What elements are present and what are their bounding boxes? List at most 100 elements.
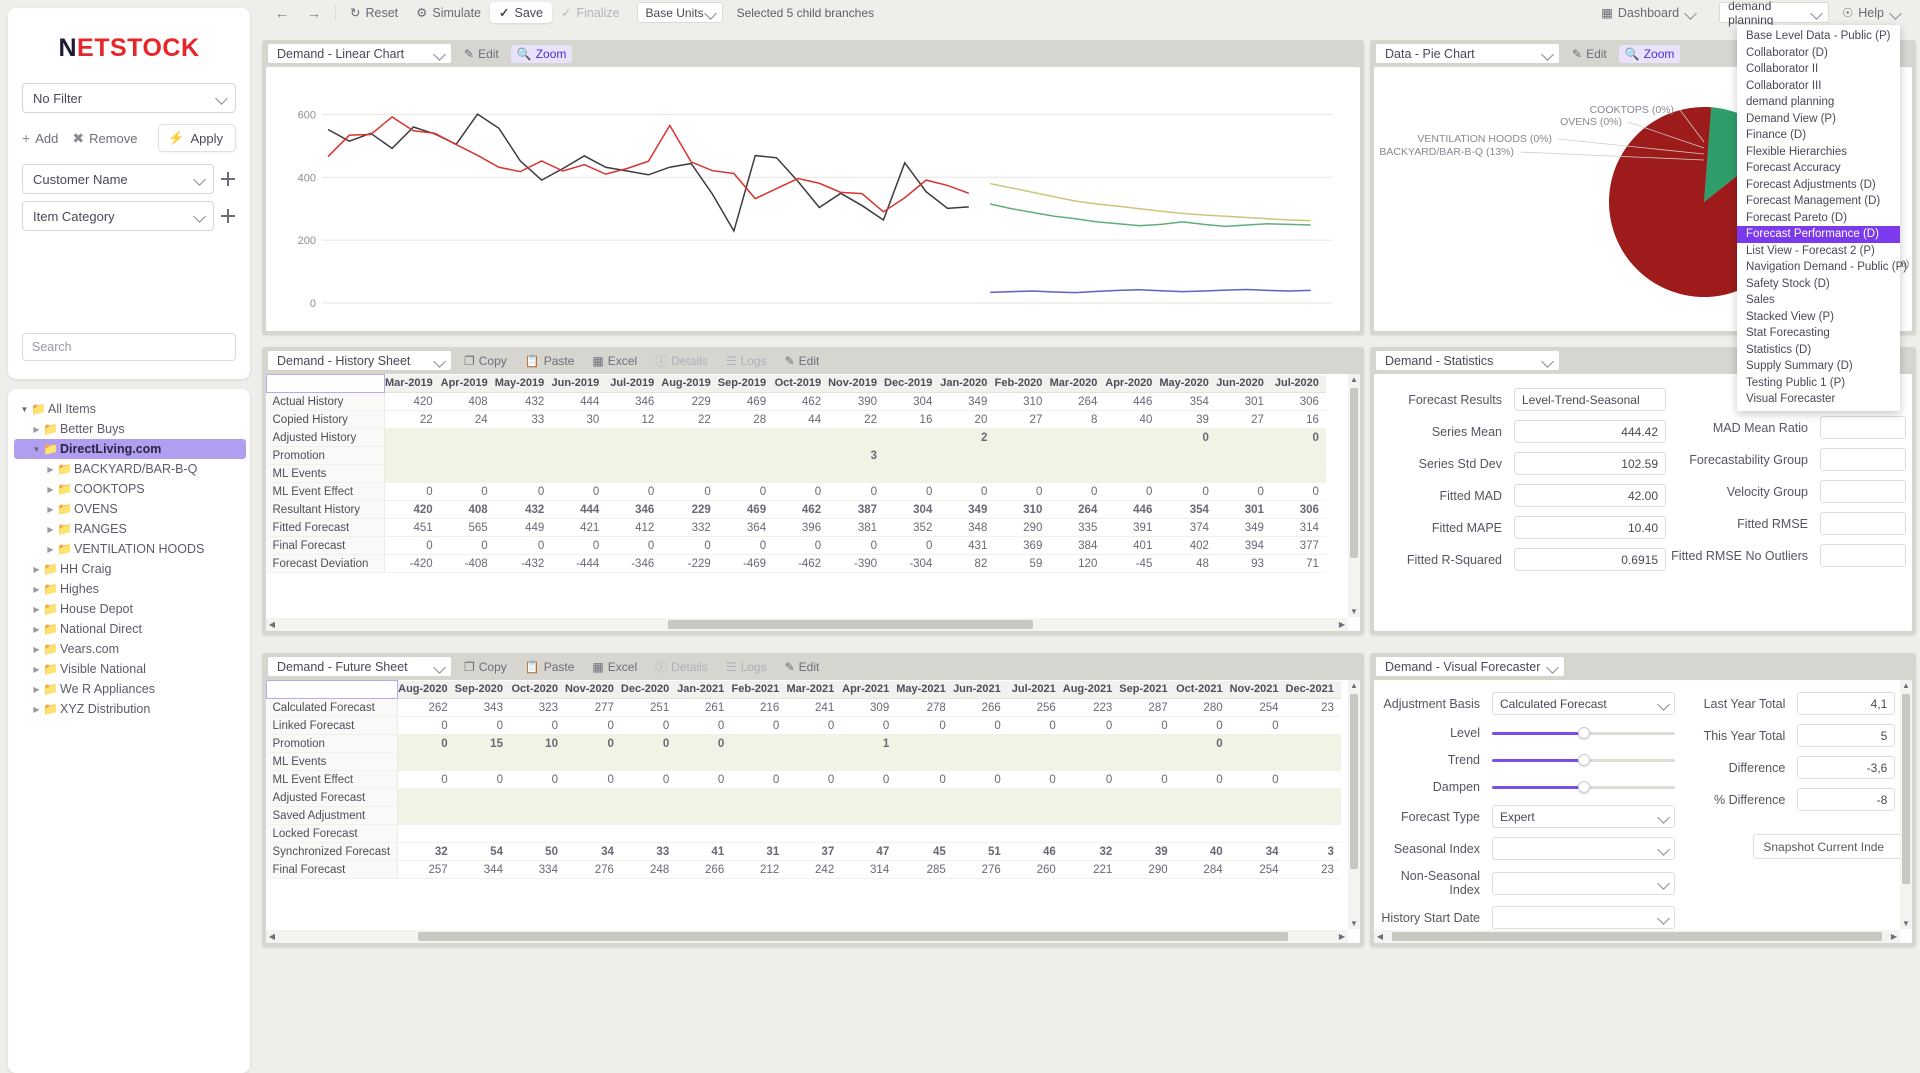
future-excel-button[interactable]: ▦ Excel [586,658,643,676]
grid-cell[interactable] [952,806,1008,825]
add-filter-button[interactable]: + Add [22,130,58,146]
grid-cell[interactable] [841,806,897,825]
filter-select[interactable]: No Filter [22,83,236,113]
grid-cell[interactable] [1229,824,1286,843]
grid-cell[interactable] [676,824,732,843]
grid-cell[interactable]: 0 [952,716,1008,735]
grid-cell[interactable]: -229 [661,554,718,573]
view-menu-item[interactable]: Safety Stock (D) [1737,276,1900,293]
history-vertical-scrollbar[interactable]: ▲ ▼ [1348,374,1360,617]
grid-cell[interactable]: 0 [1270,482,1326,501]
grid-cell[interactable] [1062,752,1120,771]
grid-cell[interactable]: 47 [841,842,897,861]
grid-cell[interactable] [454,806,510,825]
view-menu-item[interactable]: List View - Forecast 2 (P) [1737,243,1900,260]
pie-chart-edit-button[interactable]: ✎ Edit [1566,45,1613,63]
grid-cell[interactable]: 301 [1215,500,1271,519]
view-menu-item[interactable]: Statistics (D) [1737,342,1900,359]
grid-cell[interactable]: 391 [1104,518,1160,537]
grid-cell[interactable] [439,464,495,483]
caret-right-icon[interactable]: ▶ [44,545,57,554]
grid-cell[interactable] [384,428,440,447]
slider-level[interactable] [1492,724,1675,742]
history-excel-button[interactable]: ▦ Excel [586,352,643,370]
grid-cell[interactable]: 290 [1119,860,1175,879]
grid-cell[interactable] [1119,734,1175,753]
tree-item[interactable]: ▶ 📁 Highes [14,579,246,599]
view-select[interactable]: demand planning [1719,0,1830,27]
grid-cell[interactable]: 348 [939,518,995,537]
grid-cell[interactable] [896,806,953,825]
grid-cell[interactable]: 349 [1215,518,1271,537]
grid-cell[interactable]: 421 [551,518,607,537]
grid-cell[interactable] [1229,788,1286,807]
grid-cell[interactable]: 0 [439,482,495,501]
grid-cell[interactable]: 335 [1049,518,1105,537]
grid-cell[interactable]: 0 [676,770,732,789]
view-menu-item[interactable]: Forecast Pareto (D) [1737,210,1900,227]
grid-cell[interactable] [564,788,621,807]
column-header[interactable]: Apr-2020 [1104,374,1160,393]
column-header[interactable]: Oct-2020 [509,680,565,699]
grid-cell[interactable]: 396 [773,518,829,537]
grid-cell[interactable] [1270,464,1326,483]
grid-cell[interactable] [564,806,621,825]
grid-cell[interactable]: 248 [620,860,677,879]
grid-cell[interactable]: 384 [1049,536,1105,555]
back-arrow-icon[interactable]: ← [266,5,298,21]
grid-cell[interactable] [994,446,1050,465]
grid-cell[interactable]: 0 [384,482,440,501]
column-header[interactable]: Mar-2021 [786,680,842,699]
grid-cell[interactable] [494,446,552,465]
grid-cell[interactable]: 0 [1270,428,1326,447]
row-header[interactable]: ML Event Effect [266,482,385,501]
tree-item[interactable]: ▶ 📁 House Depot [14,599,246,619]
apply-button[interactable]: ⚡ Apply [158,124,236,152]
grid-cell[interactable] [1007,734,1063,753]
simulate-button[interactable]: ⚙ Simulate [407,2,490,23]
grid-cell[interactable] [1174,752,1230,771]
grid-cell[interactable]: 0 [1007,770,1063,789]
grid-cell[interactable] [1285,806,1341,825]
field-value[interactable]: Level-Trend-Seasonal [1514,388,1666,411]
help-button[interactable]: ☉ Help [1833,2,1912,23]
grid-cell[interactable] [1285,716,1341,735]
grid-cell[interactable]: 449 [494,518,552,537]
view-menu-item[interactable]: Forecast Performance (D) [1737,226,1900,243]
add-item-category-icon[interactable] [220,208,236,224]
field-value[interactable] [1820,512,1906,535]
grid-cell[interactable] [606,464,662,483]
grid-cell[interactable] [939,446,995,465]
grid-cell[interactable] [717,446,774,465]
grid-cell[interactable] [731,824,787,843]
grid-cell[interactable] [1215,464,1271,483]
grid-cell[interactable]: 0 [786,716,842,735]
grid-cell[interactable] [786,806,842,825]
remove-filter-button[interactable]: ✖ Remove [72,130,137,147]
forward-arrow-icon[interactable]: → [298,5,330,21]
caret-down-icon[interactable]: ▼ [18,405,31,414]
view-menu-item[interactable]: demand planning [1737,94,1900,111]
row-header[interactable]: Locked Forecast [266,824,399,843]
grid-cell[interactable]: 33 [494,410,552,429]
column-header[interactable]: Jan-2020 [939,374,995,393]
tree-item[interactable]: ▶ 📁 RANGES [14,519,246,539]
grid-cell[interactable]: 446 [1104,500,1160,519]
column-header[interactable]: Feb-2020 [994,374,1050,393]
grid-cell[interactable]: 0 [551,536,607,555]
grid-cell[interactable] [397,806,455,825]
grid-cell[interactable]: 287 [1119,698,1175,717]
future-hscroll-thumb[interactable] [418,932,1288,941]
grid-cell[interactable] [1049,428,1105,447]
column-header[interactable]: Apr-2021 [841,680,897,699]
grid-cell[interactable] [1285,788,1341,807]
field-value[interactable]: 0.6915 [1514,548,1666,571]
column-header[interactable]: Sep-2021 [1119,680,1175,699]
adjustment-basis-select[interactable]: Calculated Forecast [1492,692,1675,715]
grid-cell[interactable]: 394 [1215,536,1271,555]
grid-cell[interactable] [620,806,677,825]
grid-cell[interactable]: 30 [551,410,607,429]
grid-cell[interactable] [397,752,455,771]
grid-cell[interactable]: -420 [384,554,440,573]
field-value[interactable]: -3,6 [1797,756,1896,779]
